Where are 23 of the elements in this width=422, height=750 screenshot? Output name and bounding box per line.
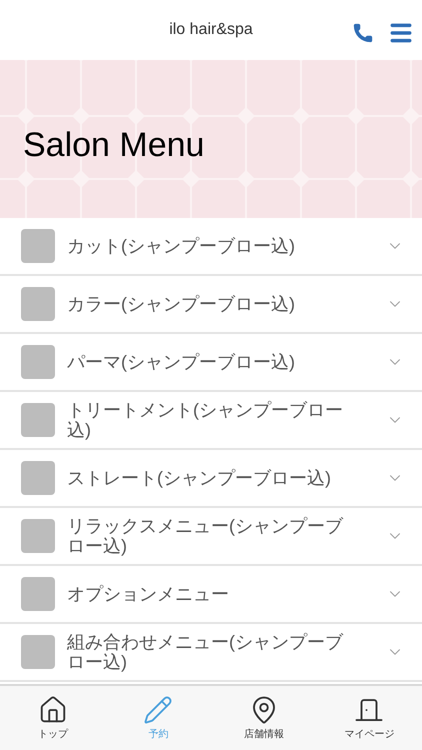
menu-item-label: 組み合わせメニュー(シャンプーブロー込) (67, 632, 344, 672)
thumbnail (21, 345, 55, 379)
menu-item-label: ストレート(シャンプーブロー込) (67, 468, 332, 488)
thumbnail (21, 519, 55, 553)
menu-item-label: リラックスメニュー(シャンプーブロー込) (67, 516, 344, 556)
thumbnail (21, 403, 55, 437)
tab[interactable]: 店舗情報 (211, 686, 316, 750)
phone-icon[interactable] (352, 22, 374, 44)
menu-item-label: カット(シャンプーブロー込) (67, 236, 296, 256)
site-title: ilo hair&spa (169, 20, 253, 40)
thumbnail (21, 577, 55, 611)
tab[interactable]: トップ (0, 686, 106, 750)
thumbnail (21, 287, 55, 321)
pencil-icon (143, 694, 174, 724)
page-title: Salon Menu (23, 124, 204, 166)
menu-item-label: パーマ(シャンプーブロー込) (67, 352, 296, 372)
menu-item-label: トリートメント(シャンプーブロー込) (67, 400, 344, 440)
thumbnail (21, 635, 55, 669)
menu-item-label: カラー(シャンプーブロー込) (67, 294, 296, 314)
menu-item-label: オプションメニュー (67, 584, 230, 604)
tab[interactable]: マイページ (316, 686, 422, 750)
thumbnail (21, 461, 55, 495)
thumbnail (21, 229, 55, 263)
